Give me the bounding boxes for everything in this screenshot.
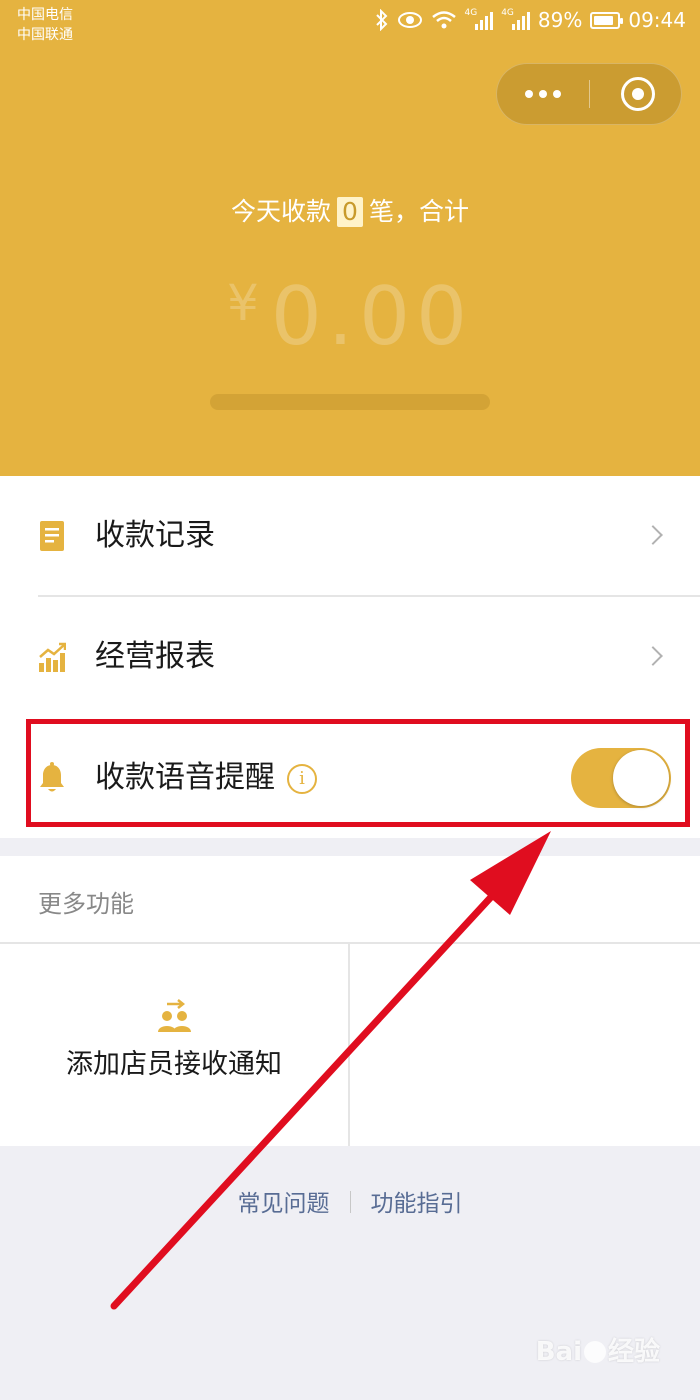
add-staff-icon bbox=[158, 999, 191, 1032]
today-suffix: 笔，合计 bbox=[368, 197, 469, 226]
dot-icon bbox=[525, 90, 533, 98]
status-icons: 4G 4G 89% 09:44 bbox=[375, 8, 686, 32]
add-staff-notification-item[interactable]: 添加店员接收通知 bbox=[0, 944, 348, 1146]
add-staff-notification-label: 添加店员接收通知 bbox=[66, 1049, 282, 1080]
wifi-icon bbox=[431, 10, 457, 30]
carrier-info: 中国电信 中国联通 bbox=[17, 5, 73, 45]
eye-icon bbox=[397, 11, 423, 29]
footer-links: 常见问题 功能指引 bbox=[0, 1184, 700, 1218]
baidu-watermark: Bai 经验 bbox=[536, 1331, 660, 1368]
today-amount: ¥0.00 bbox=[0, 270, 700, 363]
close-miniprogram-button[interactable] bbox=[621, 77, 655, 111]
document-icon bbox=[40, 521, 64, 551]
more-options-button[interactable] bbox=[497, 64, 589, 124]
today-count-badge: 0 bbox=[337, 197, 363, 227]
chevron-right-icon bbox=[643, 525, 663, 545]
business-report-item[interactable]: 经营报表 bbox=[0, 597, 700, 717]
today-prefix: 今天收款 bbox=[231, 197, 332, 226]
today-summary: 今天收款 0 笔，合计 bbox=[0, 194, 700, 230]
watermark-text-1: Bai bbox=[535, 1337, 582, 1367]
signal-1-icon: 4G bbox=[464, 8, 494, 30]
dot-icon bbox=[553, 90, 561, 98]
capsule-divider bbox=[589, 80, 590, 108]
signal-2-icon: 4G bbox=[501, 8, 530, 30]
carrier-2: 中国联通 bbox=[17, 27, 73, 43]
bar-chart-icon bbox=[39, 642, 66, 672]
footer-divider bbox=[349, 1191, 351, 1213]
payment-records-item[interactable]: 收款记录 bbox=[0, 476, 700, 596]
bluetooth-icon bbox=[375, 9, 389, 31]
network-1-label: 4G bbox=[464, 8, 478, 18]
chevron-right-icon bbox=[643, 646, 663, 666]
amount-placeholder-bar bbox=[210, 394, 490, 410]
dot-icon bbox=[539, 90, 547, 98]
battery-icon bbox=[590, 11, 624, 29]
payment-records-label: 收款记录 bbox=[95, 518, 215, 553]
header-panel: 中国电信 中国联通 4G 4G 89% 09:44 今天收款 0 笔，合计 ¥0… bbox=[0, 0, 700, 476]
clock: 09:44 bbox=[628, 8, 686, 32]
more-features-title: 更多功能 bbox=[38, 890, 134, 918]
highlight-annotation-box bbox=[26, 719, 690, 827]
miniprogram-capsule bbox=[496, 63, 682, 125]
network-2-label: 4G bbox=[501, 8, 514, 18]
paw-icon bbox=[583, 1341, 606, 1363]
carrier-1: 中国电信 bbox=[17, 7, 73, 23]
currency-symbol: ¥ bbox=[227, 274, 265, 332]
battery-percent: 89% bbox=[537, 8, 583, 32]
more-features-section: 更多功能 添加店员接收通知 bbox=[0, 856, 700, 1146]
amount-value: 0.00 bbox=[270, 270, 473, 363]
feature-guide-link[interactable]: 功能指引 bbox=[371, 1191, 463, 1217]
faq-link[interactable]: 常见问题 bbox=[238, 1191, 330, 1217]
watermark-text-2: 经验 bbox=[607, 1337, 660, 1367]
status-bar: 中国电信 中国联通 4G 4G 89% 09:44 bbox=[0, 0, 700, 50]
empty-grid-cell bbox=[350, 944, 700, 1146]
business-report-label: 经营报表 bbox=[95, 639, 215, 674]
